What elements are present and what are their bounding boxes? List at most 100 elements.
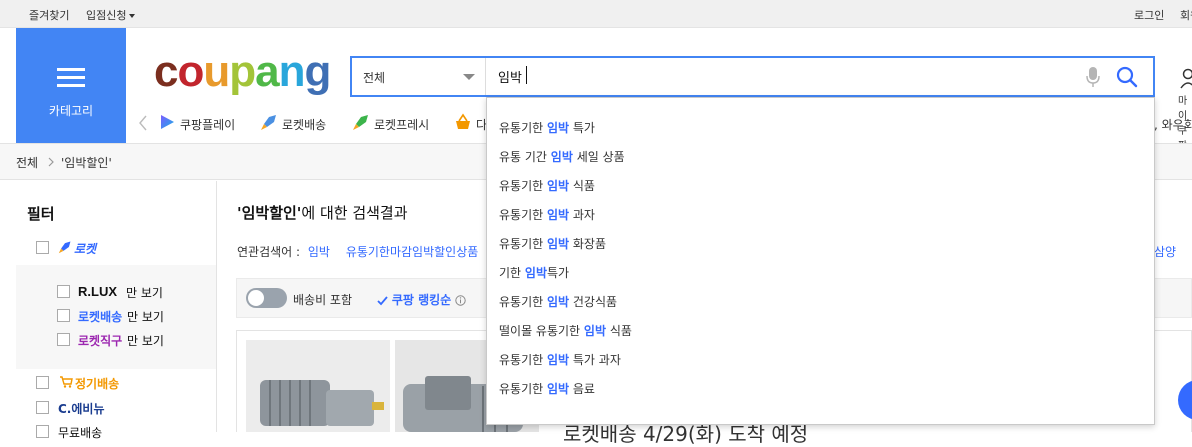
login-link[interactable]: 로그인 — [1134, 7, 1164, 23]
suggestion-suffix: 식품 — [606, 324, 632, 338]
search-input[interactable]: 임박 — [498, 67, 522, 86]
shortcut-rocket-delivery[interactable]: 로켓배송 — [282, 116, 326, 133]
search-category-select[interactable]: 전체 — [352, 58, 486, 95]
related-keyword-link[interactable]: 삼양 — [1154, 243, 1176, 260]
rocket-direct-checkbox[interactable] — [57, 333, 70, 346]
suggestion-item[interactable]: 기한 임박특가 — [499, 264, 569, 281]
user-icon — [1180, 66, 1192, 92]
rocket-delivery-label: 로켓배송 — [78, 308, 122, 325]
rlux-label: R.LUX — [78, 284, 117, 299]
suggestion-item[interactable]: 유통기한 임박 특가 과자 — [499, 351, 621, 368]
suggestion-item[interactable]: 떨이몰 유통기한 임박 식품 — [499, 322, 632, 339]
dropdown-arrow-icon — [463, 74, 475, 80]
suggestion-prefix: 유통기한 — [499, 179, 547, 193]
search-icon[interactable] — [1115, 65, 1139, 89]
suggestion-highlight: 임박 — [525, 266, 547, 280]
mypage-button[interactable]: 마이쿠팡 — [1170, 62, 1192, 112]
free-shipping-label: 무료배송 — [58, 424, 102, 441]
chevron-right-icon — [47, 157, 55, 167]
suggestion-highlight: 임박 — [547, 237, 569, 251]
shipping-included-label: 배송비 포함 — [293, 291, 352, 308]
rocket-fresh-icon — [352, 113, 370, 131]
only-view-label: 만 보기 — [127, 332, 164, 349]
logo-letter: p — [229, 47, 255, 96]
autocomplete-dropdown: 유통기한 임박 특가유통 기간 임박 세일 상품유통기한 임박 식품유통기한 임… — [486, 97, 1155, 425]
breadcrumb-current: '임박할인' — [61, 154, 112, 171]
category-label: 카테고리 — [16, 102, 126, 119]
regular-delivery-checkbox[interactable] — [36, 376, 49, 389]
suggestion-item[interactable]: 유통기한 임박 특가 — [499, 119, 595, 136]
only-view-label: 만 보기 — [126, 284, 163, 301]
suggestion-highlight: 임박 — [547, 353, 569, 367]
microphone-icon[interactable] — [1086, 66, 1100, 88]
hamburger-icon — [57, 68, 85, 88]
rocket-icon — [57, 240, 73, 254]
suggestion-suffix: 화장품 — [569, 237, 606, 251]
suggestion-suffix: 특가 — [569, 121, 595, 135]
top-utility-bar: 즐겨찾기 입점신청 로그인 회원가입 — [0, 0, 1192, 28]
rocket-subfilter-box: R.LUX 만 보기 로켓배송 만 보기 로켓직구 만 보기 — [16, 265, 216, 369]
suggestion-item[interactable]: 유통 기간 임박 세일 상품 — [499, 148, 625, 165]
suggestion-prefix: 유통기한 — [499, 237, 547, 251]
related-keyword-link[interactable]: 유통기한마감임박할인상품 — [346, 245, 478, 259]
category-menu-button[interactable]: 카테고리 — [16, 28, 126, 143]
seller-apply-menu[interactable]: 입점신청 — [86, 7, 135, 23]
shortcut-label: 로켓배송 — [282, 118, 326, 132]
logo-letter: n — [279, 47, 305, 96]
e-number-checkbox[interactable] — [36, 401, 49, 414]
related-keywords: 연관검색어 : 임박 유통기한마감임박할인상품 — [237, 243, 478, 260]
suggestion-prefix: 유통 기간 — [499, 150, 551, 164]
filter-sidebar: 필터 로켓 R.LUX 만 보기 로켓배송 만 보기 로켓직구 만 보기 정기배… — [16, 181, 217, 432]
search-category-value: 전체 — [363, 69, 385, 86]
suggestion-suffix: 세일 상품 — [573, 150, 625, 164]
related-keyword-link[interactable]: 임박 — [308, 245, 330, 259]
coupang-logo[interactable]: coupang — [154, 50, 330, 94]
logo-letter: o — [177, 47, 203, 96]
shortcut-wow-member[interactable]: , 와우회 — [1154, 116, 1192, 133]
shortcut-rocket-fresh[interactable]: 로켓프레시 — [374, 116, 429, 133]
suggestion-prefix: 유통기한 — [499, 295, 547, 309]
product-image[interactable] — [246, 340, 390, 432]
check-icon — [377, 296, 388, 306]
rocket-checkbox[interactable] — [36, 241, 49, 254]
rocket-direct-label: 로켓직구 — [78, 332, 122, 349]
results-title-suffix: 에 대한 검색결과 — [301, 204, 407, 222]
filter-title: 필터 — [27, 203, 55, 224]
suggestion-suffix: 과자 — [569, 208, 595, 222]
suggestion-item[interactable]: 유통기한 임박 음료 — [499, 380, 595, 397]
suggestion-item[interactable]: 유통기한 임박 식품 — [499, 177, 595, 194]
only-view-label: 만 보기 — [127, 308, 164, 325]
bookmark-link[interactable]: 즐겨찾기 — [29, 7, 69, 23]
chevron-left-icon[interactable] — [138, 115, 148, 131]
info-icon[interactable] — [455, 295, 466, 306]
coupang-play-icon — [158, 113, 176, 131]
logo-letter: c — [154, 47, 177, 96]
results-keyword: '임박할인' — [237, 204, 301, 222]
suggestion-highlight: 임박 — [547, 208, 569, 222]
shortcut-coupang-play[interactable]: 쿠팡플레이 — [180, 116, 235, 133]
suggestion-item[interactable]: 유통기한 임박 화장품 — [499, 235, 606, 252]
suggestion-prefix: 떨이몰 유통기한 — [499, 324, 584, 338]
rocket-filter-label: 로켓 — [74, 240, 96, 257]
suggestion-highlight: 임박 — [584, 324, 606, 338]
text-cursor — [526, 66, 527, 84]
suggestion-suffix: 특가 — [547, 266, 569, 280]
sort-ranking-label: 쿠팡 랭킹순 — [392, 293, 451, 307]
breadcrumb-root[interactable]: 전체 — [16, 154, 38, 171]
rocket-delivery-checkbox[interactable] — [57, 309, 70, 322]
suggestion-highlight: 임박 — [551, 150, 573, 164]
signup-link[interactable]: 회원가입 — [1180, 7, 1192, 23]
sort-ranking[interactable]: 쿠팡 랭킹순 — [377, 291, 466, 308]
shipping-fee-toggle[interactable] — [246, 288, 287, 308]
suggestion-highlight: 임박 — [547, 121, 569, 135]
regular-delivery-label: 정기배송 — [75, 375, 119, 392]
suggestion-item[interactable]: 유통기한 임박 과자 — [499, 206, 595, 223]
suggestion-item[interactable]: 유통기한 임박 건강식품 — [499, 293, 617, 310]
rlux-checkbox[interactable] — [57, 285, 70, 298]
cart-icon — [59, 376, 73, 388]
suggestion-prefix: 유통기한 — [499, 353, 547, 367]
suggestion-highlight: 임박 — [547, 382, 569, 396]
suggestion-prefix: 유통기한 — [499, 121, 547, 135]
suggestion-highlight: 임박 — [547, 179, 569, 193]
shortcut-label: 로켓프레시 — [374, 118, 429, 132]
